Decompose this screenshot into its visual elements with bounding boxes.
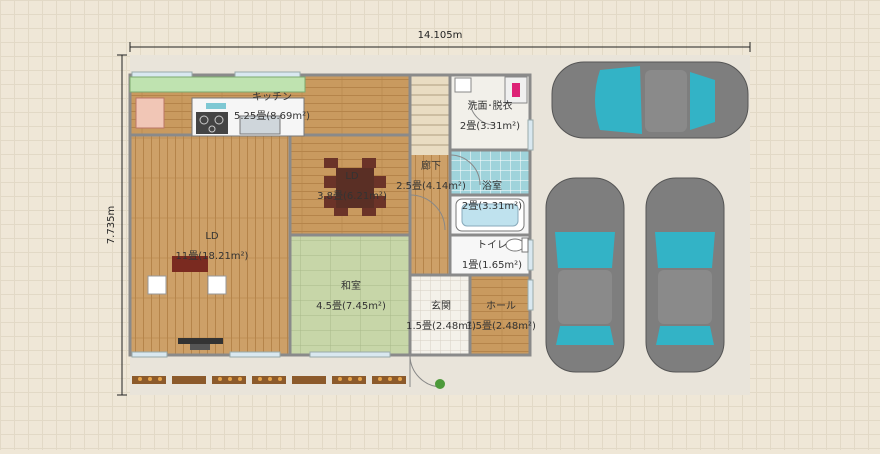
height-dimension: 7.735m <box>106 54 127 396</box>
washitsu-name: 和室 <box>341 279 361 292</box>
washer-door <box>512 83 520 97</box>
car-vertical-left <box>545 177 625 373</box>
floor-plan: 14.105m 7.735m キッチン 5.25畳(8.69m²) LD 3.8… <box>106 30 751 396</box>
washitsu-area: 4.5畳(7.45m²) <box>316 300 386 312</box>
rouka-name: 廊下 <box>421 159 441 172</box>
fridge <box>135 97 165 129</box>
back-counter <box>129 76 306 93</box>
tv-unit <box>178 338 223 344</box>
ld-center-area: 3.8畳(6.21m²) <box>317 190 387 202</box>
chair-left <box>147 275 167 295</box>
toilet-area: 1畳(1.65m²) <box>462 259 522 271</box>
ld-main-name: LD <box>205 231 219 242</box>
yokushitsu-name: 浴室 <box>482 179 502 192</box>
faucet-shelf <box>206 103 226 109</box>
ld-main-area: 11畳(18.21m²) <box>176 250 249 262</box>
tv-stand <box>190 344 210 350</box>
floor-plan-canvas: 14.105m 7.735m キッチン 5.25畳(8.69m²) LD 3.8… <box>0 0 880 450</box>
hall-floor <box>470 275 530 355</box>
washitsu-floor <box>290 235 410 355</box>
hall-area: 1.5畳(2.48m²) <box>466 320 536 332</box>
kitchen-name: キッチン <box>252 91 292 103</box>
rouka-floor <box>410 155 450 275</box>
rouka-area: 2.5畳(4.14m²) <box>396 180 466 192</box>
senmen-name: 洗面･脱衣 <box>468 99 513 112</box>
toilet-bowl <box>505 238 525 252</box>
toilet-name: トイレ <box>477 240 507 251</box>
ld-center-name: LD <box>345 171 359 182</box>
car-vertical-right <box>645 177 725 373</box>
width-label: 14.105m <box>418 30 463 41</box>
car-horizontal <box>551 61 749 139</box>
width-dimension: 14.105m <box>129 30 751 52</box>
entrance-plant <box>435 379 445 389</box>
ld-main-floor <box>130 135 290 355</box>
senmen-area: 2畳(3.31m²) <box>460 120 520 132</box>
genkan-name: 玄関 <box>431 299 451 312</box>
yokushitsu-area: 2畳(3.31m²) <box>462 200 522 212</box>
genkan-floor <box>410 275 470 355</box>
vanity <box>454 77 472 93</box>
hall-name: ホール <box>486 300 516 312</box>
kitchen-area: 5.25畳(8.69m²) <box>234 110 310 122</box>
height-label: 7.735m <box>106 206 117 244</box>
chair-right <box>207 275 227 295</box>
toilet-tank <box>521 237 529 253</box>
